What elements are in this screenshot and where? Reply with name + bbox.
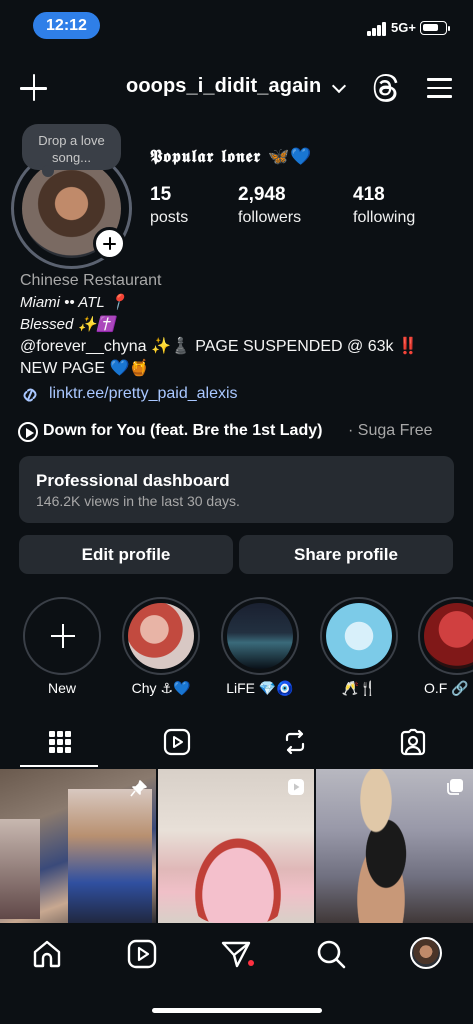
reels-icon[interactable] — [162, 727, 192, 757]
highlight-ring[interactable] — [320, 597, 398, 675]
status-bar: 12:12 5G+ — [0, 0, 473, 52]
music-title[interactable]: Down for You (feat. Bre the 1st Lady) — [43, 422, 322, 440]
battery-fill — [423, 24, 438, 31]
highlight-label: LiFE 💎🧿 — [226, 680, 294, 696]
highlight-ring[interactable] — [418, 597, 473, 675]
tab-reposts[interactable] — [236, 717, 354, 767]
grid-icon[interactable] — [45, 727, 75, 757]
bio-line: @forever__chyna ✨♟️ PAGE SUSPENDED @ 63k… — [20, 338, 418, 355]
post-figure — [188, 829, 288, 923]
post-collage-photo — [0, 819, 40, 919]
dashboard-subtitle: 146.2K views in the last 30 days. — [36, 493, 240, 509]
display-name: 𝕻𝖔𝖕𝖚𝖑𝖆𝖗 𝖑𝖔𝖓𝖊𝖗 🦋💙 — [150, 147, 313, 167]
search-icon[interactable] — [315, 938, 347, 970]
direct-icon[interactable] — [220, 938, 252, 970]
bottom-navigation — [0, 923, 473, 1024]
network-type: 5G+ — [391, 20, 416, 35]
tab-posts[interactable] — [0, 717, 118, 767]
highlight-cover — [128, 603, 194, 669]
play-icon[interactable] — [18, 422, 38, 442]
bio-line: NEW PAGE 💙🍯 — [20, 360, 150, 377]
note-bubble[interactable]: Drop a love song... — [22, 124, 121, 177]
highlight-item[interactable]: 🥂🍴 — [319, 597, 399, 697]
reel-badge-icon — [288, 779, 304, 795]
chevron-down-icon[interactable] — [331, 78, 347, 94]
add-story-icon[interactable] — [93, 227, 126, 260]
stat-label: posts — [150, 209, 189, 226]
share-profile-button[interactable]: Share profile — [239, 535, 453, 574]
highlight-ring[interactable] — [122, 597, 200, 675]
highlight-ring[interactable] — [23, 597, 101, 675]
post-collage-photo — [68, 789, 152, 923]
stat-value: 15 — [150, 184, 172, 205]
home-icon[interactable] — [31, 938, 63, 970]
highlight-label: New — [47, 680, 76, 696]
posts-grid — [0, 769, 473, 923]
tagged-icon[interactable] — [398, 727, 428, 757]
profile-avatar[interactable] — [410, 937, 442, 969]
stat-value: 2,948 — [238, 184, 286, 205]
create-button[interactable] — [20, 74, 48, 102]
stat-posts[interactable]: 15 posts — [150, 184, 188, 227]
stat-label: following — [353, 209, 416, 226]
notification-dot — [248, 960, 254, 966]
link-icon — [23, 388, 37, 402]
music-artist[interactable]: · Suga Free — [348, 422, 432, 440]
bio-line: Miami •• ATL 📍 — [20, 294, 128, 311]
highlight-ring[interactable] — [221, 597, 299, 675]
dashboard-title: Professional dashboard — [36, 471, 230, 490]
post-thumbnail[interactable] — [158, 769, 314, 923]
pin-icon — [130, 780, 147, 797]
highlight-cover — [326, 603, 392, 669]
reposts-icon[interactable] — [280, 727, 310, 757]
status-time[interactable]: 12:12 — [33, 12, 100, 39]
battery-icon — [420, 21, 450, 35]
username-switcher[interactable]: ooops_i_didit_again — [126, 75, 321, 98]
highlight-item[interactable]: Chy ⚓💙 — [121, 597, 201, 697]
stat-following[interactable]: 418 following — [353, 184, 415, 227]
post-thumbnail[interactable] — [0, 769, 156, 923]
stat-value: 418 — [353, 184, 385, 205]
bio-link-text[interactable]: linktr.ee/pretty_paid_alexis — [49, 385, 238, 403]
signal-icon — [367, 22, 389, 36]
reels-icon[interactable] — [126, 938, 158, 970]
carousel-icon — [447, 779, 463, 795]
highlight-label: O.F 🔗 — [424, 680, 469, 696]
tab-reels[interactable] — [118, 717, 236, 767]
stat-followers[interactable]: 2,948 followers — [238, 184, 301, 227]
highlight-label: 🥂🍴 — [341, 680, 377, 696]
highlight-cover — [424, 603, 473, 669]
bio-category: Chinese Restaurant — [20, 272, 162, 289]
highlight-new[interactable]: New — [22, 597, 102, 696]
post-thumbnail[interactable] — [316, 769, 473, 923]
home-indicator[interactable] — [152, 1008, 322, 1013]
highlight-label: Chy ⚓💙 — [131, 680, 191, 696]
menu-icon[interactable] — [427, 78, 452, 98]
highlight-cover — [227, 603, 293, 669]
profile-header: ooops_i_didit_again — [0, 66, 473, 110]
highlight-item[interactable]: O.F 🔗 — [418, 597, 473, 697]
profile-tabs — [0, 717, 473, 767]
highlight-item[interactable]: LiFE 💎🧿 — [220, 597, 300, 697]
tab-indicator — [20, 765, 98, 767]
tab-tagged[interactable] — [354, 717, 472, 767]
post-figure — [336, 769, 436, 923]
bio-line: Blessed ✨✝️ — [20, 316, 115, 333]
professional-dashboard[interactable]: Professional dashboard 146.2K views in t… — [19, 456, 454, 523]
edit-profile-button[interactable]: Edit profile — [19, 535, 233, 574]
stat-label: followers — [238, 209, 302, 226]
threads-icon[interactable] — [372, 74, 400, 102]
bio: Chinese Restaurant Miami •• ATL 📍 Blesse… — [20, 270, 460, 380]
